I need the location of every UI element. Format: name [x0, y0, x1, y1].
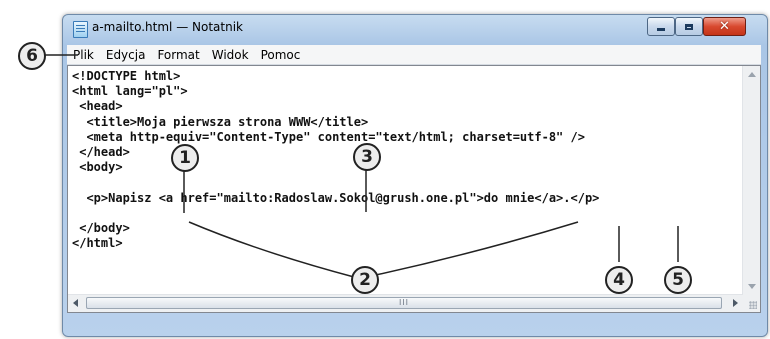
- callout-5: 5: [664, 266, 692, 294]
- callout-1: 1: [171, 144, 199, 172]
- leader-2-right: [375, 221, 579, 276]
- callout-2: 2: [351, 266, 379, 294]
- callout-4: 4: [605, 266, 633, 294]
- callout-leader-lines: [45, 54, 679, 278]
- leader-2-left: [188, 221, 355, 278]
- callout-6: 6: [18, 42, 46, 70]
- callout-3: 3: [353, 143, 381, 171]
